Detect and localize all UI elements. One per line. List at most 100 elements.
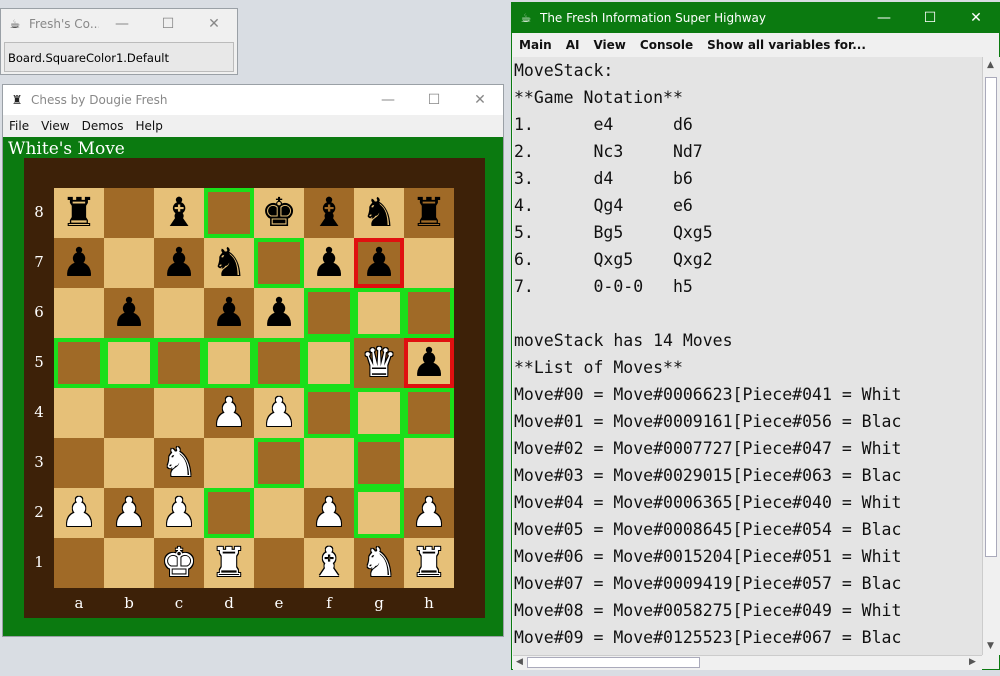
square-a7[interactable]: ♟	[54, 238, 104, 288]
square-e4[interactable]: ♟	[254, 388, 304, 438]
black-pawn-icon[interactable]: ♟	[111, 293, 147, 333]
menu-ai[interactable]: AI	[559, 38, 587, 52]
square-f6[interactable]	[304, 288, 354, 338]
square-g3[interactable]	[354, 438, 404, 488]
square-b5[interactable]	[104, 338, 154, 388]
white-rook-icon[interactable]: ♜	[211, 543, 247, 583]
square-d6[interactable]: ♟	[204, 288, 254, 338]
square-h4[interactable]	[404, 388, 454, 438]
square-b2[interactable]: ♟	[104, 488, 154, 538]
white-pawn-icon[interactable]: ♟	[111, 493, 147, 533]
square-e2[interactable]	[254, 488, 304, 538]
square-b3[interactable]	[104, 438, 154, 488]
square-a5[interactable]	[54, 338, 104, 388]
scroll-up-icon[interactable]: ▲	[987, 60, 994, 70]
square-e5[interactable]	[254, 338, 304, 388]
close-button[interactable]: ✕	[953, 3, 999, 33]
white-pawn-icon[interactable]: ♟	[161, 493, 197, 533]
close-button[interactable]: ✕	[457, 85, 503, 115]
scroll-right-icon[interactable]: ▶	[969, 657, 976, 667]
square-f2[interactable]: ♟	[304, 488, 354, 538]
square-h8[interactable]: ♜	[404, 188, 454, 238]
square-b1[interactable]	[104, 538, 154, 588]
square-c4[interactable]	[154, 388, 204, 438]
black-rook-icon[interactable]: ♜	[61, 193, 97, 233]
menu-file[interactable]: File	[3, 119, 35, 133]
menu-main[interactable]: Main	[512, 38, 559, 52]
black-knight-icon[interactable]: ♞	[211, 243, 247, 283]
square-d8[interactable]	[204, 188, 254, 238]
menu-demos[interactable]: Demos	[76, 119, 130, 133]
square-b4[interactable]	[104, 388, 154, 438]
square-a1[interactable]	[54, 538, 104, 588]
scroll-down-icon[interactable]: ▼	[987, 641, 994, 651]
scroll-left-icon[interactable]: ◀	[516, 657, 523, 667]
black-pawn-icon[interactable]: ♟	[161, 243, 197, 283]
console-input[interactable]: Board.SquareColor1.Default	[4, 42, 234, 72]
square-g6[interactable]	[354, 288, 404, 338]
square-e1[interactable]	[254, 538, 304, 588]
info-titlebar[interactable]: ☕ The Fresh Information Super Highway — …	[512, 3, 999, 33]
menu-view[interactable]: View	[35, 119, 75, 133]
square-g5[interactable]: ♛	[354, 338, 404, 388]
square-f5[interactable]	[304, 338, 354, 388]
square-a6[interactable]	[54, 288, 104, 338]
white-knight-icon[interactable]: ♞	[161, 443, 197, 483]
white-knight-icon[interactable]: ♞	[361, 543, 397, 583]
black-knight-icon[interactable]: ♞	[361, 193, 397, 233]
square-h3[interactable]	[404, 438, 454, 488]
square-c6[interactable]	[154, 288, 204, 338]
square-a8[interactable]: ♜	[54, 188, 104, 238]
square-h2[interactable]: ♟	[404, 488, 454, 538]
black-bishop-icon[interactable]: ♝	[161, 193, 197, 233]
square-d2[interactable]	[204, 488, 254, 538]
info-text-area[interactable]: MoveStack: **Game Notation** 1. e4 d6 2. Nc…	[513, 57, 982, 655]
square-c5[interactable]	[154, 338, 204, 388]
square-c3[interactable]: ♞	[154, 438, 204, 488]
maximize-button[interactable]: ☐	[907, 3, 953, 33]
menu-console[interactable]: Console	[633, 38, 700, 52]
black-pawn-icon[interactable]: ♟	[361, 243, 397, 283]
square-h1[interactable]: ♜	[404, 538, 454, 588]
black-pawn-icon[interactable]: ♟	[311, 243, 347, 283]
square-e8[interactable]: ♚	[254, 188, 304, 238]
square-f3[interactable]	[304, 438, 354, 488]
white-king-icon[interactable]: ♚	[161, 543, 197, 583]
square-c2[interactable]: ♟	[154, 488, 204, 538]
white-bishop-icon[interactable]: ♝	[311, 543, 347, 583]
menu-help[interactable]: Help	[129, 119, 168, 133]
vertical-scrollbar[interactable]: ▲ ▼	[982, 57, 1000, 655]
white-pawn-icon[interactable]: ♟	[261, 393, 297, 433]
white-pawn-icon[interactable]: ♟	[61, 493, 97, 533]
square-g1[interactable]: ♞	[354, 538, 404, 588]
square-f4[interactable]	[304, 388, 354, 438]
square-g7[interactable]: ♟	[354, 238, 404, 288]
square-g2[interactable]	[354, 488, 404, 538]
black-king-icon[interactable]: ♚	[261, 193, 297, 233]
maximize-button[interactable]: ☐	[411, 85, 457, 115]
square-d1[interactable]: ♜	[204, 538, 254, 588]
square-e6[interactable]: ♟	[254, 288, 304, 338]
square-d5[interactable]	[204, 338, 254, 388]
horizontal-scroll-thumb[interactable]	[527, 657, 700, 668]
square-b8[interactable]	[104, 188, 154, 238]
square-h6[interactable]	[404, 288, 454, 338]
square-c8[interactable]: ♝	[154, 188, 204, 238]
console-titlebar[interactable]: ☕ Fresh's Co... — ☐ ✕	[1, 9, 237, 39]
square-b7[interactable]	[104, 238, 154, 288]
close-button[interactable]: ✕	[191, 9, 237, 39]
square-h7[interactable]	[404, 238, 454, 288]
white-rook-icon[interactable]: ♜	[411, 543, 447, 583]
square-d7[interactable]: ♞	[204, 238, 254, 288]
black-pawn-icon[interactable]: ♟	[411, 343, 447, 383]
black-pawn-icon[interactable]: ♟	[211, 293, 247, 333]
square-d4[interactable]: ♟	[204, 388, 254, 438]
menu-show-all-variables[interactable]: Show all variables for...	[700, 38, 873, 52]
minimize-button[interactable]: —	[861, 3, 907, 33]
square-a4[interactable]	[54, 388, 104, 438]
square-g8[interactable]: ♞	[354, 188, 404, 238]
square-f7[interactable]: ♟	[304, 238, 354, 288]
chess-titlebar[interactable]: ♜ Chess by Dougie Fresh — ☐ ✕	[3, 85, 503, 115]
square-f1[interactable]: ♝	[304, 538, 354, 588]
white-pawn-icon[interactable]: ♟	[311, 493, 347, 533]
